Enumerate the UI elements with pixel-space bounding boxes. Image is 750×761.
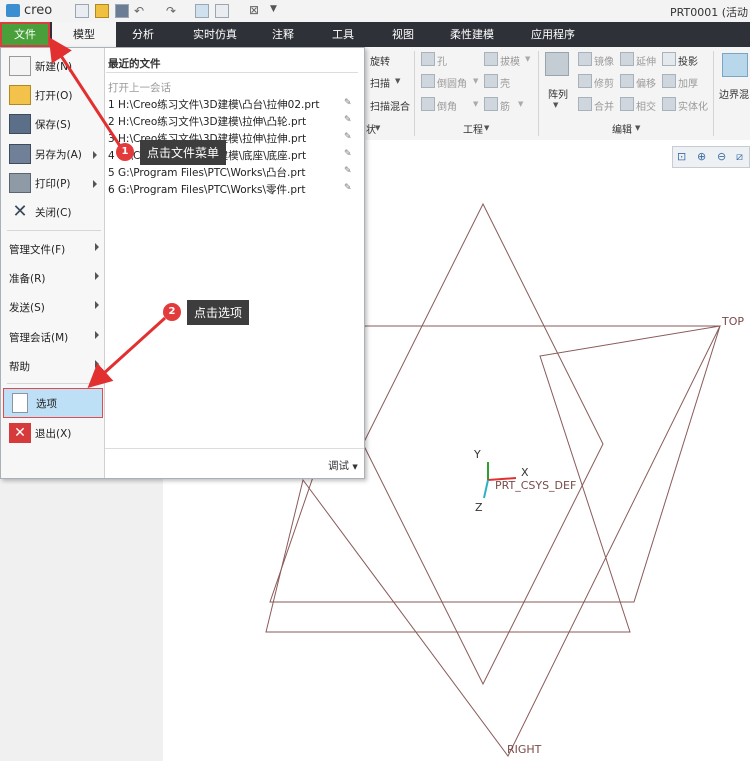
annotation-arrows xyxy=(48,36,167,389)
step-badge: 2 xyxy=(163,303,181,321)
callout-click-file-menu: 点击文件菜单 xyxy=(140,140,227,165)
arrow-to-options xyxy=(87,316,167,389)
callout-click-options: 点击选项 xyxy=(187,300,250,325)
step-badge: 1 xyxy=(116,143,134,161)
arrow-to-file-tab xyxy=(48,36,122,147)
